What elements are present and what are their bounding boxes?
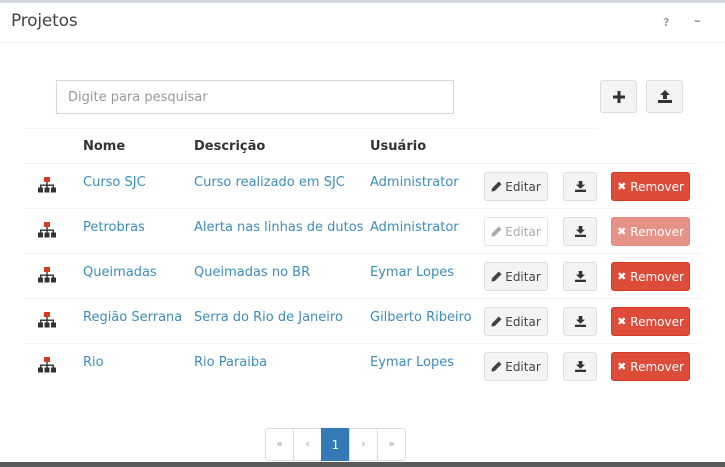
download-button[interactable] [563,262,597,291]
row-divider [24,298,700,299]
download-button[interactable] [563,352,597,381]
pencil-icon [491,226,502,237]
download-icon [574,316,586,327]
close-icon: ✖ [617,315,627,328]
close-icon: ✖ [617,270,627,283]
project-name-link[interactable]: Curso SJC [83,175,146,190]
edit-button-label: Editar [505,269,541,284]
remove-button-label: Remover [630,314,684,329]
pencil-icon [491,181,502,192]
project-description-link[interactable]: Queimadas no BR [194,265,310,280]
plus-icon [612,90,625,103]
edit-button-label: Editar [505,314,541,329]
edit-button-label: Editar [505,179,541,194]
download-icon [574,361,586,372]
network-icon [38,177,56,193]
project-name-link[interactable]: Região Serrana [83,310,182,325]
remove-button-label: Remover [630,359,684,374]
edit-button[interactable]: Editar [484,217,548,246]
pencil-icon [491,316,502,327]
download-button[interactable] [563,217,597,246]
row-divider [24,163,700,164]
download-icon [574,226,586,237]
panel-header: Projetos ? – [0,3,725,43]
edit-button[interactable]: Editar [484,172,548,201]
project-user-link[interactable]: Administrator [370,175,459,190]
row-divider [24,343,700,344]
page-last-button[interactable]: » [377,428,406,461]
pagination: « ‹ 1 › » [265,428,406,461]
edit-button[interactable]: Editar [484,352,548,381]
project-name-link[interactable]: Petrobras [83,220,145,235]
remove-button-label: Remover [630,269,684,284]
close-icon: ✖ [617,360,627,373]
download-button[interactable] [563,307,597,336]
network-icon [38,267,56,283]
page-first-button[interactable]: « [265,428,294,461]
network-icon [38,357,56,373]
projects-panel: Projetos ? – Nome Descrição Usuário Curs… [0,0,725,462]
project-description-link[interactable]: Curso realizado em SJC [194,175,345,190]
project-user-link[interactable]: Gilberto Ribeiro [370,310,472,325]
column-header-usuario[interactable]: Usuário [370,139,426,154]
project-user-link[interactable]: Eymar Lopes [370,355,454,370]
edit-button-label: Editar [505,359,541,374]
edit-button[interactable]: Editar [484,262,548,291]
row-divider [24,253,700,254]
help-button[interactable]: ? [663,16,669,29]
minimize-button[interactable]: – [694,14,701,29]
remove-button-label: Remover [630,179,684,194]
project-name-link[interactable]: Queimadas [83,265,157,280]
pencil-icon [491,271,502,282]
project-description-link[interactable]: Alerta nas linhas de dutos [194,220,363,235]
page-prev-button[interactable]: ‹ [293,428,322,461]
edit-button[interactable]: Editar [484,307,548,336]
pencil-icon [491,361,502,372]
remove-button[interactable]: ✖ Remover [611,307,690,336]
remove-button[interactable]: ✖ Remover [611,352,690,381]
add-project-button[interactable] [600,80,637,113]
page-next-button[interactable]: › [349,428,378,461]
project-name-link[interactable]: Rio [83,355,104,370]
column-header-descricao[interactable]: Descrição [194,139,265,154]
download-button[interactable] [563,172,597,201]
bottom-bar [0,462,725,467]
remove-button[interactable]: ✖ Remover [611,262,690,291]
network-icon [38,222,56,238]
close-icon: ✖ [617,180,627,193]
download-icon [574,181,586,192]
upload-project-button[interactable] [646,80,683,113]
remove-button[interactable]: ✖ Remover [611,172,690,201]
search-input[interactable] [56,80,454,114]
page-current-button[interactable]: 1 [321,428,350,461]
panel-title: Projetos [11,11,78,31]
project-user-link[interactable]: Administrator [370,220,459,235]
network-icon [38,312,56,328]
close-icon: ✖ [617,225,627,238]
divider [24,128,599,129]
download-icon [574,271,586,282]
row-divider [24,208,700,209]
edit-button-label: Editar [505,224,541,239]
project-description-link[interactable]: Serra do Rio de Janeiro [194,310,343,325]
remove-button[interactable]: ✖ Remover [611,217,690,246]
project-user-link[interactable]: Eymar Lopes [370,265,454,280]
remove-button-label: Remover [630,224,684,239]
upload-icon [657,90,672,103]
project-description-link[interactable]: Rio Paraiba [194,355,267,370]
column-header-nome[interactable]: Nome [83,139,125,154]
